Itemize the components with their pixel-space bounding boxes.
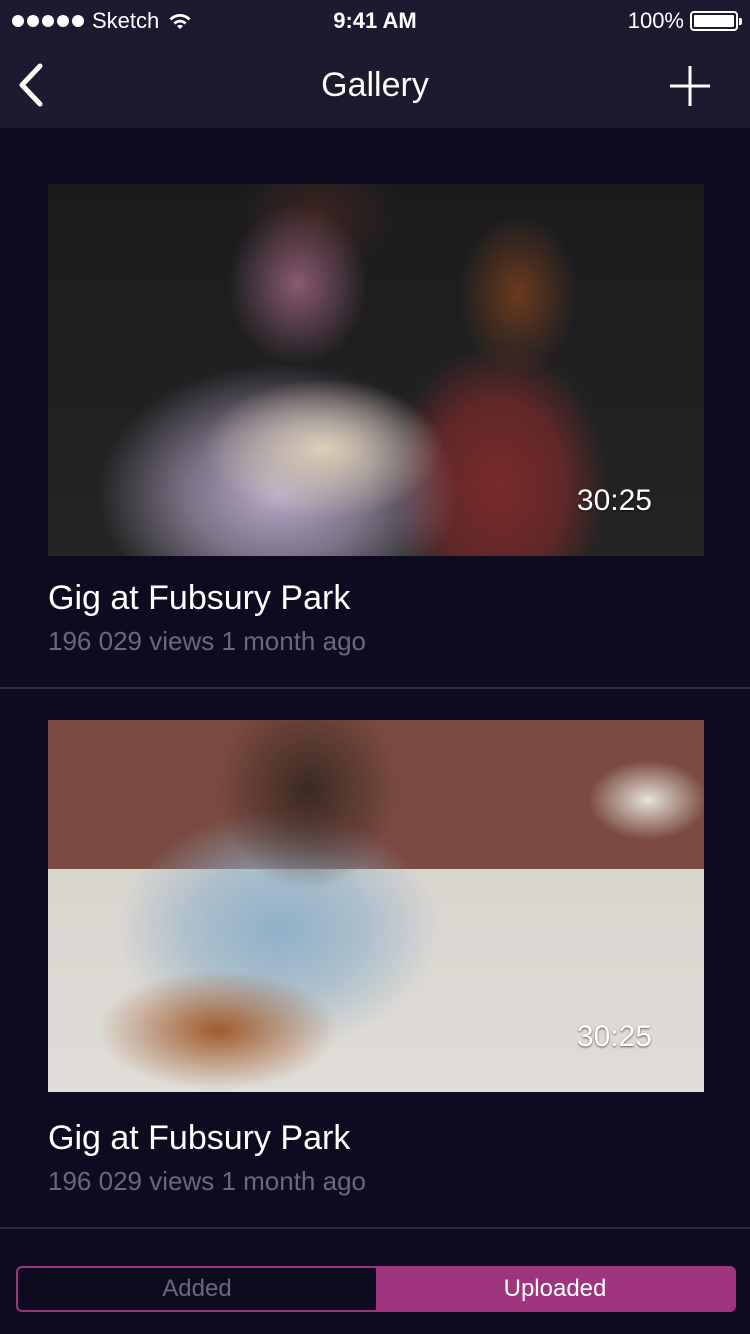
navigation-bar: Gallery <box>0 40 750 128</box>
video-thumbnail[interactable]: 30:25 <box>48 720 704 1092</box>
segmented-control: Added Uploaded <box>16 1266 736 1312</box>
plus-icon[interactable] <box>668 64 712 108</box>
video-duration: 30:25 <box>576 1020 652 1053</box>
video-meta: 196 029 views 1 month ago <box>48 1166 366 1196</box>
video-meta: 196 029 views 1 month ago <box>48 626 366 656</box>
segment-added[interactable]: Added <box>18 1268 376 1310</box>
video-duration: 30:25 <box>576 484 652 517</box>
video-thumbnail[interactable]: 30:25 <box>48 184 704 556</box>
video-title[interactable]: Gig at Fubsury Park <box>48 579 350 618</box>
video-card[interactable]: 30:25 Gig at Fubsury Park 196 029 views … <box>0 128 750 689</box>
battery-percentage: 100% <box>627 8 684 33</box>
video-card[interactable]: 30:25 Gig at Fubsury Park 196 029 views … <box>0 689 750 1229</box>
page-title: Gallery <box>321 66 429 104</box>
segment-uploaded[interactable]: Uploaded <box>376 1268 734 1310</box>
battery-icon <box>690 11 742 31</box>
status-bar: Sketch 9:41 AM 100% <box>0 0 750 40</box>
video-title[interactable]: Gig at Fubsury Park <box>48 1119 350 1158</box>
status-right: 100% <box>627 8 742 34</box>
